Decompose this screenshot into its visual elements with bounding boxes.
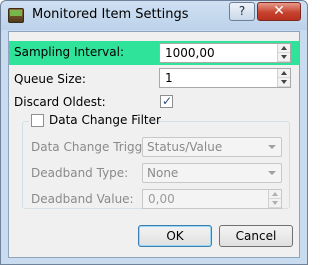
spin-down-icon[interactable] (278, 78, 290, 87)
deadband-value-input[interactable]: 0,00 (142, 189, 282, 209)
discard-oldest-checkbox[interactable]: ✓ (160, 94, 173, 108)
app-icon (8, 8, 24, 23)
close-button[interactable]: ✕ (257, 2, 301, 21)
sampling-interval-label: Sampling Interval: (14, 45, 124, 59)
data-change-trigger-select[interactable]: Status/Value (142, 137, 282, 157)
dialog-content: Sampling Interval: 1000,00 Queue Size: 1… (8, 31, 300, 258)
deadband-value-value: 0,00 (148, 192, 175, 206)
queue-size-label: Queue Size: (14, 72, 86, 86)
sampling-interval-row: Sampling Interval: 1000,00 (9, 41, 299, 65)
check-icon: ✓ (161, 94, 173, 108)
close-icon: ✕ (273, 3, 285, 19)
data-change-filter-header: Data Change Filter (29, 113, 161, 129)
sampling-interval-value: 1000,00 (165, 46, 215, 60)
title-bar[interactable]: Monitored Item Settings ? ✕ (1, 1, 307, 30)
window-title: Monitored Item Settings (32, 7, 189, 22)
spin-down-icon[interactable] (269, 199, 281, 208)
ok-button[interactable]: OK (138, 225, 212, 247)
deadband-value-label: Deadband Value: (31, 192, 134, 206)
data-change-filter-checkbox[interactable] (31, 114, 44, 127)
spin-up-icon[interactable] (278, 69, 290, 78)
cancel-button[interactable]: Cancel (219, 225, 293, 247)
deadband-type-value: None (147, 166, 179, 180)
chevron-down-icon (268, 171, 276, 175)
deadband-value-stepper (268, 190, 281, 208)
spin-up-icon[interactable] (269, 190, 281, 199)
dialog-window: Monitored Item Settings ? ✕ Sampling Int… (0, 0, 308, 265)
queue-size-stepper (277, 69, 290, 87)
deadband-type-select[interactable]: None (142, 163, 282, 183)
data-change-trigger-label: Data Change Trigger: (31, 140, 159, 154)
queue-size-input[interactable]: 1 (159, 68, 291, 88)
data-change-filter-label: Data Change Filter (49, 113, 161, 127)
sampling-interval-input[interactable]: 1000,00 (159, 43, 291, 63)
help-button[interactable]: ? (229, 2, 255, 21)
deadband-type-label: Deadband Type: (31, 166, 129, 180)
discard-oldest-label: Discard Oldest: (14, 95, 106, 109)
queue-size-value: 1 (165, 71, 173, 85)
sampling-interval-stepper (277, 44, 290, 62)
data-change-trigger-value: Status/Value (147, 140, 223, 154)
chevron-down-icon (268, 145, 276, 149)
spin-up-icon[interactable] (278, 44, 290, 53)
spin-down-icon[interactable] (278, 53, 290, 62)
